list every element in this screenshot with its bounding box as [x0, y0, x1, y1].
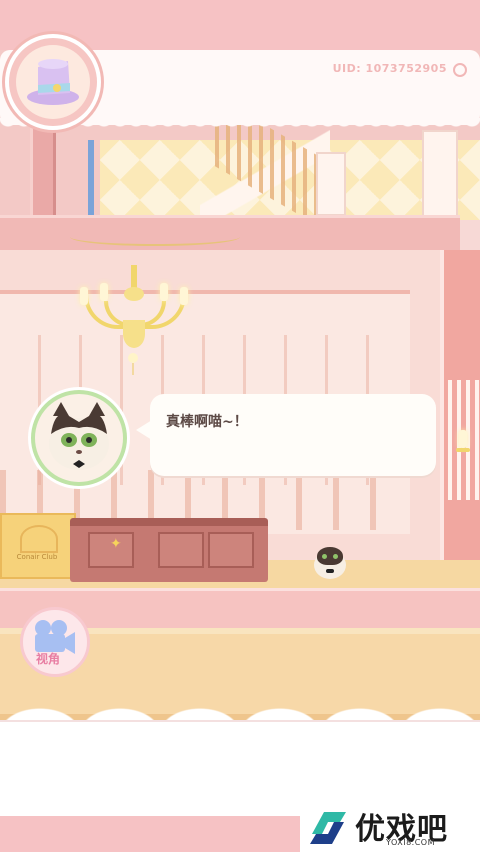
- newel-post: [316, 152, 346, 216]
- speaker-portrait: [31, 390, 127, 486]
- wall-lamp: [456, 430, 470, 470]
- uid-bar: UID: 1073752905: [268, 57, 473, 81]
- watermark-url: YOXI8.COM: [386, 838, 435, 847]
- pillar-left: [30, 120, 56, 215]
- player-avatar[interactable]: [16, 45, 90, 119]
- dialog-text: 真棒啊喵~！: [166, 414, 248, 430]
- blue-post: [88, 140, 94, 215]
- view-button-label: 视角: [36, 652, 61, 666]
- cat-character[interactable]: [312, 545, 348, 581]
- counter-panel: [158, 532, 204, 568]
- uid-text: UID: 1073752905: [332, 62, 447, 75]
- column-right: [422, 130, 458, 219]
- game-scene: Conair Club ✦ UID: 1073752905 真棒啊喵~！ 视角 …: [0, 0, 480, 852]
- club-sign-text: Conair Club: [16, 553, 58, 561]
- copy-icon[interactable]: [453, 63, 467, 77]
- beam-ornament: [70, 228, 240, 246]
- counter-panel: [208, 532, 254, 568]
- watermark-logo-icon: [306, 806, 350, 850]
- top-hat-icon: [27, 59, 79, 105]
- counter-star-icon: ✦: [110, 536, 122, 552]
- club-sign: [0, 513, 76, 579]
- cat-face-icon: [49, 402, 109, 470]
- speech-bubble[interactable]: [150, 394, 436, 476]
- chandelier: [80, 265, 190, 375]
